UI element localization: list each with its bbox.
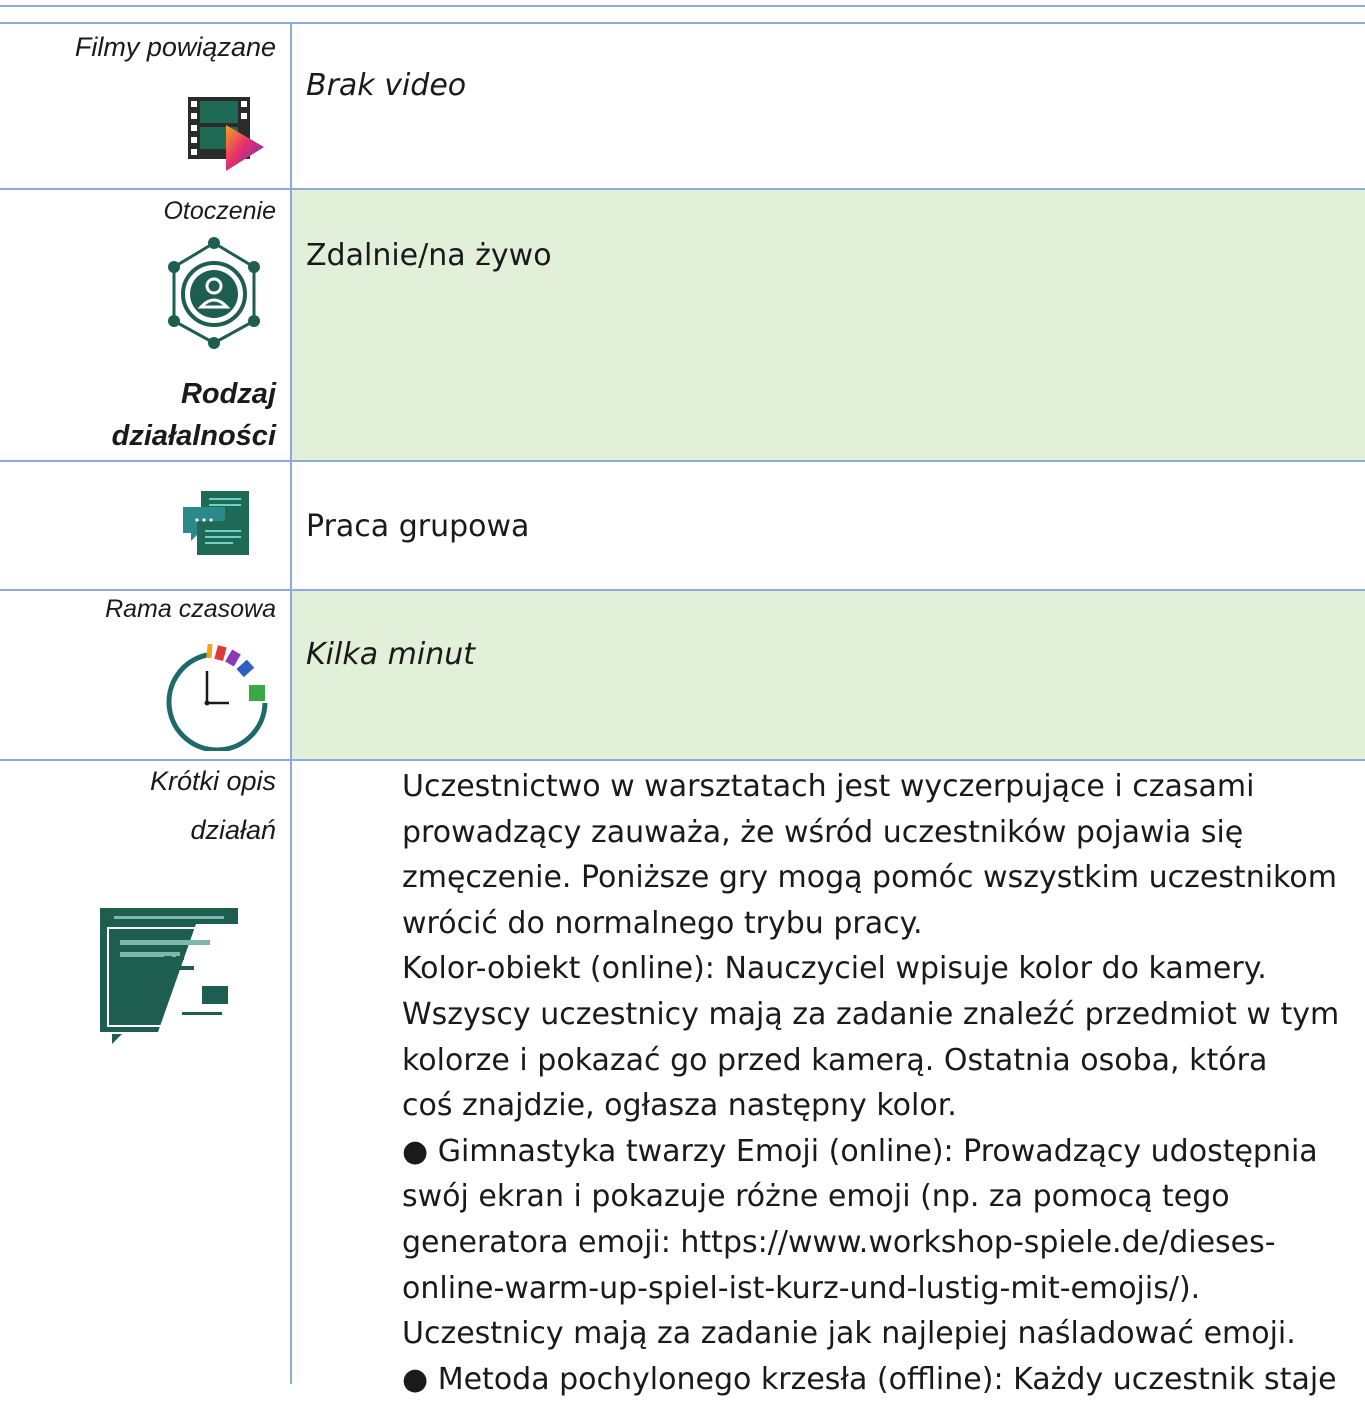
top-rule-2 [0, 22, 1365, 24]
timeframe-label: Rama czasowa [105, 595, 276, 623]
description-label-line2: działań [190, 815, 276, 845]
description-line: Uczestnictwo w warsztatach jest wyczerpu… [402, 769, 1255, 804]
environment-value: Zdalnie/na żywo [306, 238, 552, 273]
timeframe-value: Kilka minut [306, 637, 475, 672]
videos-value: Brak video [306, 68, 467, 103]
description-line: prowadzący zauważa, że wśród uczestników… [402, 814, 1244, 850]
clock-icon [163, 641, 273, 755]
activity-type-label-line2: działalności [111, 420, 276, 452]
film-play-icon [188, 97, 266, 177]
description-line: wrócić do normalnego trybu pracy. [402, 905, 923, 941]
description-line: generatora emoji: https://www.workshop-s… [402, 1224, 1276, 1260]
videos-label: Filmy powiązane [74, 32, 276, 62]
environment-highlight [292, 190, 1365, 460]
network-person-icon [164, 237, 264, 353]
row-divider-4 [0, 759, 1365, 761]
description-body: Uczestnictwo w warsztatach jest wyczerpu… [402, 764, 1360, 1402]
top-rule-1 [0, 5, 1365, 7]
description-line: zmęczenie. Poniższe gry mogą pomóc wszys… [402, 860, 1337, 896]
description-line: Kolor-obiekt (online): Nauczyciel wpisuj… [402, 951, 1267, 987]
row-divider-3 [0, 589, 1365, 591]
activity-type-label-line1: Rodzaj [180, 378, 276, 410]
column-divider [290, 22, 292, 1384]
description-line: coś znajdzie, ogłasza następny kolor. [402, 1088, 957, 1124]
chat-bubbles-icon [183, 489, 251, 561]
description-line: online-warm-up-spiel-ist-kurz-und-lustig… [402, 1270, 1201, 1306]
description-line: Uczestnicy mają za zadanie jak najlepiej… [402, 1316, 1296, 1352]
document-window-icon [98, 906, 240, 1050]
row-divider-1 [0, 188, 1365, 190]
description-line: ● Metoda pochylonego krzesła (offline): … [402, 1361, 1337, 1397]
description-line: ● Gimnastyka twarzy Emoji (online): Prow… [402, 1133, 1318, 1169]
description-label-line1: Krótki opis [149, 766, 276, 796]
activity-type-value: Praca grupowa [306, 509, 530, 544]
row-divider-2 [0, 460, 1365, 462]
timeframe-highlight [292, 591, 1365, 759]
description-line: Wszyscy uczestnicy mają za zadanie znale… [402, 996, 1340, 1032]
environment-label: Otoczenie [163, 197, 276, 225]
description-line: kolorze i pokazać go przed kamerą. Ostat… [402, 1042, 1268, 1078]
description-line: swój ekran i pokazuje różne emoji (np. z… [402, 1179, 1230, 1215]
